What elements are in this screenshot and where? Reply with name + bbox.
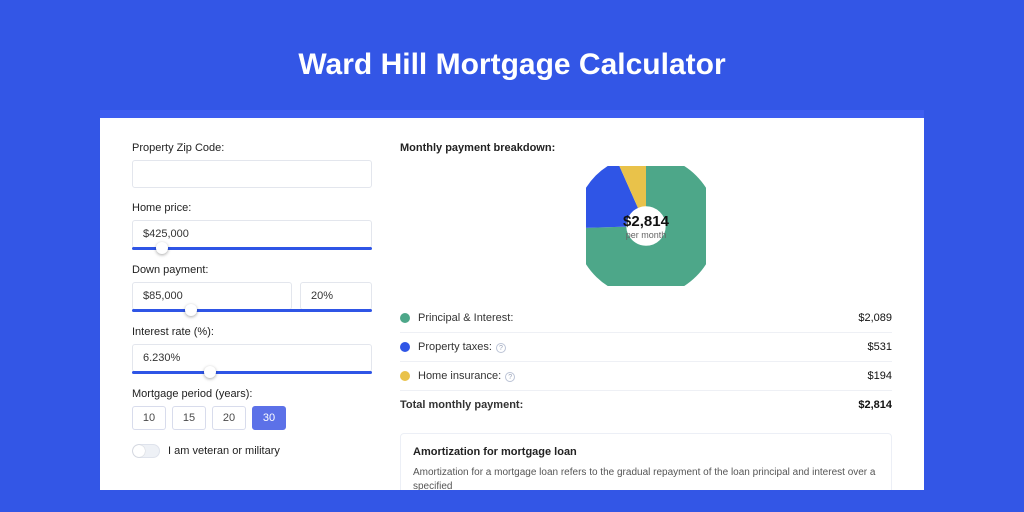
- rate-input[interactable]: [132, 344, 372, 372]
- legend-row-insurance: Home insurance:? $194: [400, 362, 892, 391]
- total-label: Total monthly payment:: [400, 399, 858, 411]
- zip-label: Property Zip Code:: [132, 142, 372, 154]
- period-30[interactable]: 30: [252, 406, 286, 430]
- legend-value: $194: [868, 370, 892, 382]
- calculator-panel: Property Zip Code: Home price: Down paym…: [100, 110, 924, 490]
- legend-row-total: Total monthly payment: $2,814: [400, 391, 892, 419]
- home-price-input[interactable]: [132, 220, 372, 248]
- amortization-title: Amortization for mortgage loan: [413, 446, 879, 458]
- legend-name: Home insurance:: [418, 370, 501, 382]
- legend-name: Principal & Interest:: [418, 312, 513, 324]
- total-value: $2,814: [858, 399, 892, 411]
- donut-amount: $2,814: [623, 213, 669, 230]
- legend-value: $2,089: [858, 312, 892, 324]
- breakdown-header: Monthly payment breakdown:: [400, 142, 892, 154]
- down-payment-label: Down payment:: [132, 264, 372, 276]
- veteran-toggle[interactable]: [132, 444, 160, 458]
- period-15[interactable]: 15: [172, 406, 206, 430]
- down-payment-slider[interactable]: [132, 309, 372, 312]
- info-icon[interactable]: ?: [505, 372, 515, 382]
- zip-input[interactable]: [132, 160, 372, 188]
- down-payment-input[interactable]: [132, 282, 292, 310]
- down-payment-pct-input[interactable]: [300, 282, 372, 310]
- dot-icon: [400, 371, 410, 381]
- rate-slider[interactable]: [132, 371, 372, 374]
- home-price-label: Home price:: [132, 202, 372, 214]
- legend-name: Property taxes:: [418, 341, 492, 353]
- legend-row-taxes: Property taxes:? $531: [400, 333, 892, 362]
- home-price-slider[interactable]: [132, 247, 372, 250]
- legend: Principal & Interest: $2,089 Property ta…: [400, 304, 892, 419]
- form-column: Property Zip Code: Home price: Down paym…: [132, 142, 372, 490]
- legend-row-principal: Principal & Interest: $2,089: [400, 304, 892, 333]
- donut-chart: $2,814 per month: [400, 162, 892, 298]
- donut-sub: per month: [626, 230, 667, 240]
- period-label: Mortgage period (years):: [132, 388, 372, 400]
- veteran-label: I am veteran or military: [168, 445, 280, 457]
- breakdown-column: Monthly payment breakdown: $2,814 per mo…: [400, 142, 892, 490]
- dot-icon: [400, 313, 410, 323]
- period-10[interactable]: 10: [132, 406, 166, 430]
- period-20[interactable]: 20: [212, 406, 246, 430]
- dot-icon: [400, 342, 410, 352]
- amortization-desc: Amortization for a mortgage loan refers …: [413, 466, 879, 490]
- period-options: 10 15 20 30: [132, 406, 372, 430]
- legend-value: $531: [868, 341, 892, 353]
- info-icon[interactable]: ?: [496, 343, 506, 353]
- amortization-card: Amortization for mortgage loan Amortizat…: [400, 433, 892, 490]
- rate-label: Interest rate (%):: [132, 326, 372, 338]
- page-title: Ward Hill Mortgage Calculator: [0, 48, 1024, 82]
